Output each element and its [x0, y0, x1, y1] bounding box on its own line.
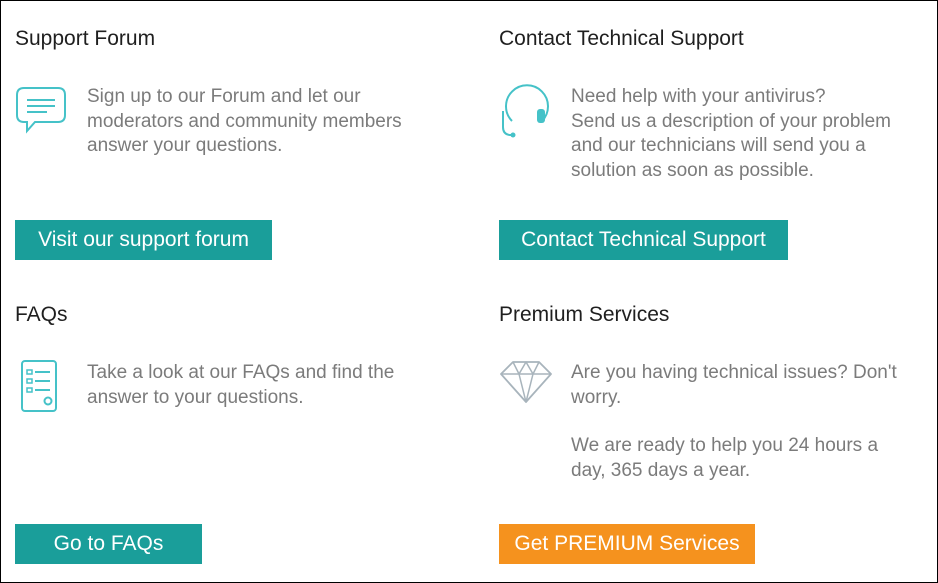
contact-technical-support-button[interactable]: Contact Technical Support	[499, 220, 788, 260]
description-line: moderators and community members	[87, 110, 402, 132]
premium-services-title: Premium Services	[499, 303, 670, 326]
go-to-faqs-button[interactable]: Go to FAQs	[15, 524, 202, 564]
premium-services-card: Premium Services Are you having technica…	[499, 303, 937, 573]
description-line: Send us a description of your problem	[571, 110, 892, 132]
support-forum-description: Sign up to our Forum and let our moderat…	[87, 85, 402, 159]
technical-support-card: Contact Technical Support Need help with…	[499, 27, 937, 267]
description-line: Sign up to our Forum and let our	[87, 86, 361, 107]
description-line: Are you having technical issues? Don't	[571, 362, 897, 383]
description-line: Need help with your antivirus?	[571, 86, 826, 107]
faq-list-icon	[15, 359, 61, 420]
description-line: worry.	[571, 386, 622, 408]
technical-support-description: Need help with your antivirus? Send us a…	[571, 85, 891, 183]
chat-bubble-icon	[15, 85, 67, 140]
support-forum-card: Support Forum Sign up to our Forum and l…	[15, 27, 455, 267]
get-premium-services-button[interactable]: Get PREMIUM Services	[499, 524, 755, 564]
technical-support-title: Contact Technical Support	[499, 27, 744, 50]
diamond-icon	[499, 359, 553, 410]
description-line: answer to your questions.	[87, 386, 304, 408]
description-line: and our technicians will send you a	[571, 135, 866, 156]
support-forum-title: Support Forum	[15, 27, 156, 50]
description-line: answer your questions.	[87, 135, 283, 156]
support-page: Support Forum Sign up to our Forum and l…	[0, 0, 938, 583]
description-line: We are ready to help you 24 hours a	[571, 435, 879, 456]
faqs-title: FAQs	[15, 303, 68, 326]
description-line: Take a look at our FAQs and find the	[87, 362, 395, 383]
faqs-card: FAQs Take a look at our FAQs and find th…	[15, 303, 455, 573]
headset-icon	[499, 83, 551, 146]
description-line: solution as soon as possible.	[571, 159, 814, 181]
visit-support-forum-button[interactable]: Visit our support forum	[15, 220, 272, 260]
description-line: day, 365 days a year.	[571, 459, 751, 481]
premium-services-description: Are you having technical issues? Don't w…	[571, 361, 897, 483]
faqs-description: Take a look at our FAQs and find the ans…	[87, 361, 394, 410]
